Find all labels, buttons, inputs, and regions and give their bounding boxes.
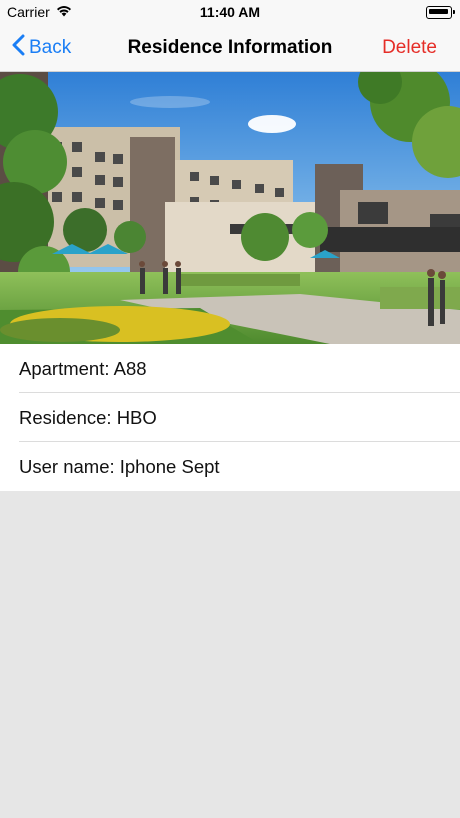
delete-button[interactable]: Delete [382, 24, 437, 71]
back-button[interactable]: Back [12, 24, 71, 71]
residence-building-photo [0, 72, 460, 344]
residence-info-screen: Carrier 11:40 AM Back Residence Informat… [0, 0, 460, 818]
user-name-row: User name: Iphone Sept [19, 456, 220, 477]
back-label: Back [29, 36, 72, 58]
residence-row: Residence: HBO [0, 393, 460, 442]
status-time: 11:40 AM [199, 4, 261, 20]
residence-info-list: Apartment: A88 Residence: HBO User name:… [0, 344, 460, 491]
navigation-bar: Back Residence Information Delete [0, 24, 460, 72]
chevron-left-icon [12, 34, 25, 62]
battery-icon [426, 6, 455, 19]
apartment-row: Apartment: A88 [0, 344, 460, 393]
status-bar: Carrier 11:40 AM [0, 0, 460, 24]
